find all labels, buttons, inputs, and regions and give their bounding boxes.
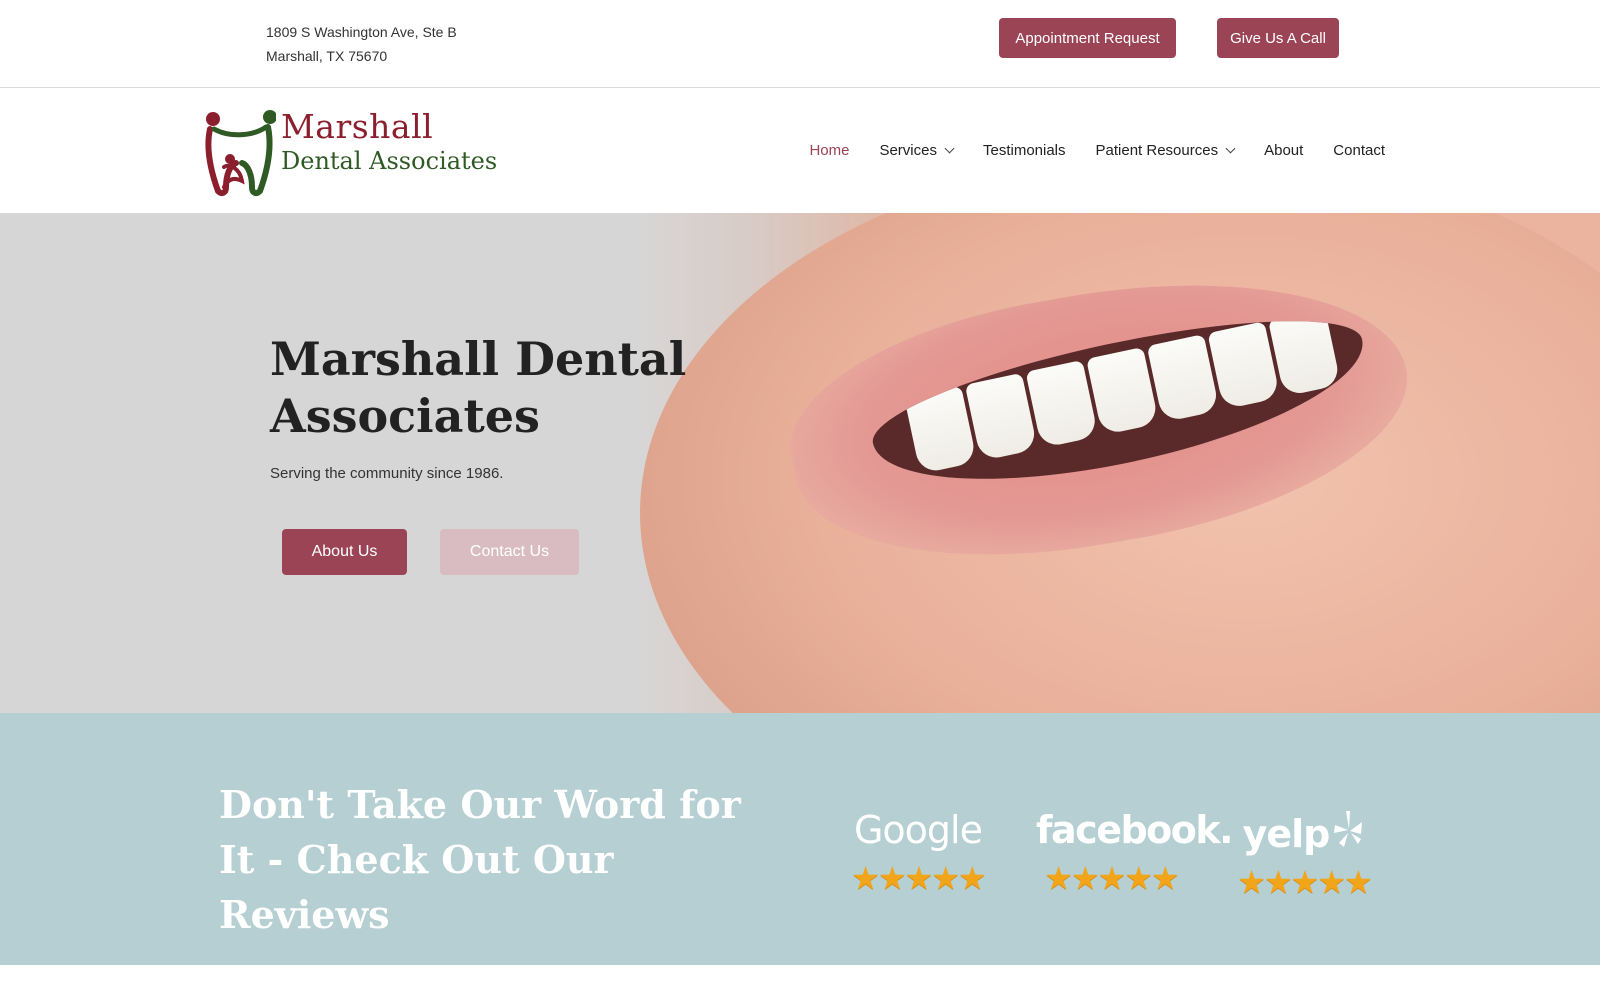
reviews-section: Don't Take Our Word for It - Check Out O… (0, 713, 1600, 965)
hero-subtitle: Serving the community since 1986. (270, 465, 504, 482)
nav-item-services[interactable]: Services (879, 141, 955, 159)
site-header: Marshall Dental Associates Home Services… (0, 89, 1600, 213)
five-star-rating-icon: ★★★★★ (1237, 864, 1372, 900)
yelp-burst-icon (1334, 811, 1363, 847)
nav-item-label: About (1264, 141, 1304, 159)
page-bottom-strip (0, 965, 1600, 1000)
address-line-1: 1809 S Washington Ave, Ste B (266, 24, 457, 40)
about-us-button[interactable]: About Us (282, 529, 407, 575)
nav-item-label: Home (809, 141, 850, 159)
five-star-rating-icon: ★★★★★ (851, 860, 986, 896)
appointment-request-button[interactable]: Appointment Request (999, 18, 1176, 58)
top-bar: 1809 S Washington Ave, Ste B Marshall, T… (0, 0, 1600, 88)
yelp-reviews-link[interactable]: yelp ★★★★★ (1229, 809, 1379, 899)
yelp-logo-icon: yelp (1229, 809, 1379, 855)
chevron-down-icon (944, 143, 955, 153)
reviews-title: Don't Take Our Word for It - Check Out O… (219, 782, 741, 937)
yelp-wordmark: yelp (1242, 812, 1331, 856)
site-logo[interactable]: Marshall Dental Associates (204, 107, 504, 197)
nav-item-contact[interactable]: Contact (1333, 142, 1385, 159)
address-line-2: Marshall, TX 75670 (266, 48, 388, 64)
hero-title: Marshall Dental Associates (270, 332, 687, 443)
google-reviews-link[interactable]: Google ★★★★★ (843, 809, 993, 895)
nav-item-home[interactable]: Home (809, 142, 849, 159)
tooth (1268, 308, 1342, 397)
hero-section: Marshall Dental Associates Serving the c… (0, 213, 1600, 713)
nav-item-about[interactable]: About (1264, 142, 1303, 159)
tooth (1025, 359, 1099, 449)
tooth-family-logo-icon (205, 110, 276, 197)
logo-text-dental-associates: Dental Associates (281, 147, 498, 175)
tooth (1146, 334, 1220, 423)
main-navigation: Home Services Testimonials Patient Resou… (779, 137, 1385, 163)
chevron-down-icon (1225, 143, 1236, 153)
nav-item-testimonials[interactable]: Testimonials (983, 142, 1066, 159)
nav-item-label: Patient Resources (1095, 141, 1219, 159)
tooth (904, 385, 978, 475)
facebook-logo-icon: facebook. (1036, 808, 1234, 852)
logo-text-marshall: Marshall (281, 107, 434, 146)
tooth (964, 372, 1038, 462)
google-logo-icon: Google (853, 808, 983, 852)
address: 1809 S Washington Ave, Ste B Marshall, T… (266, 20, 457, 68)
contact-us-button[interactable]: Contact Us (440, 529, 579, 575)
tooth (1207, 321, 1281, 410)
nav-item-patient-resources[interactable]: Patient Resources (1095, 141, 1236, 159)
five-star-rating-icon: ★★★★★ (1044, 860, 1179, 896)
tooth (1086, 347, 1160, 436)
nav-item-label: Services (879, 141, 937, 159)
nav-item-label: Contact (1333, 141, 1385, 159)
nav-item-label: Testimonials (982, 141, 1066, 159)
facebook-reviews-link[interactable]: facebook. ★★★★★ (1036, 808, 1234, 896)
give-us-a-call-button[interactable]: Give Us A Call (1217, 18, 1339, 58)
